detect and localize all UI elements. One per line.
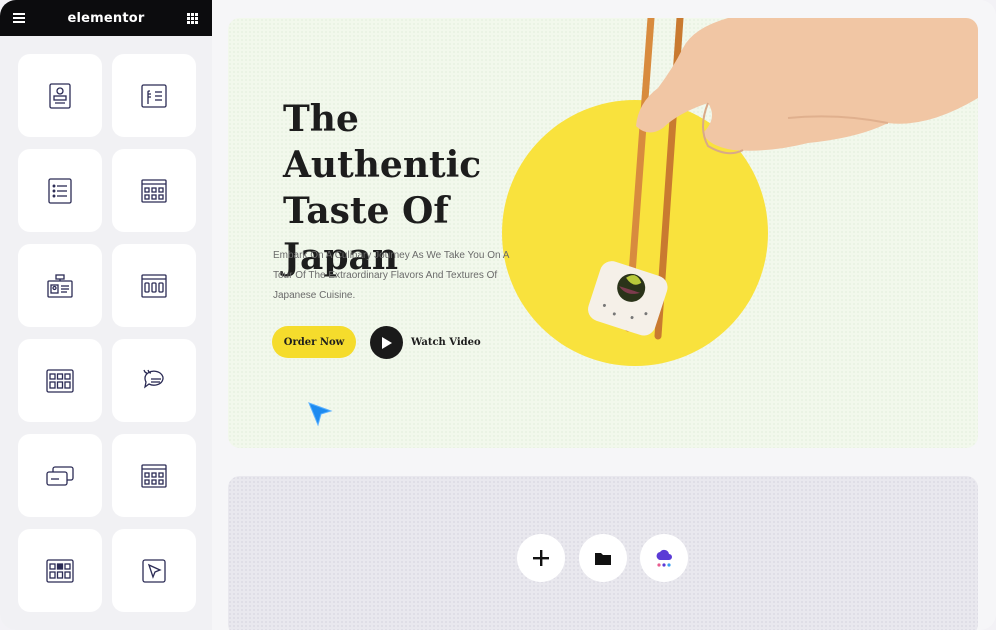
widget-sidebar: elementor: [0, 0, 212, 630]
browser-columns-icon: [141, 273, 167, 298]
widget-testimonial[interactable]: [112, 339, 196, 422]
hand-chopsticks-sushi-image: [588, 18, 978, 340]
widget-list[interactable]: [18, 149, 102, 232]
widget-profile-card[interactable]: [18, 54, 102, 137]
hero-title-line-2: Taste Of: [283, 190, 449, 232]
folder-icon: [595, 552, 611, 565]
add-section-button[interactable]: [517, 534, 565, 582]
widget-gallery[interactable]: [18, 339, 102, 422]
mouse-pointer-icon: [308, 402, 333, 427]
widget-facebook-embed[interactable]: [112, 54, 196, 137]
brand-logo: elementor: [67, 10, 145, 26]
widget-grid: [18, 54, 196, 612]
table-grid-icon: [141, 178, 167, 203]
play-icon[interactable]: [370, 326, 403, 359]
id-card-icon: [47, 273, 73, 298]
plus-icon: [533, 550, 549, 566]
hero-section[interactable]: The Authentic Taste Of Japan Embark On A…: [228, 18, 978, 448]
order-now-button[interactable]: Order Now: [272, 326, 356, 358]
cards-stack-icon: [46, 465, 74, 486]
testimonial-quote-icon: [143, 369, 164, 389]
table-grid-icon: [141, 463, 167, 488]
widget-click[interactable]: [112, 529, 196, 612]
widget-cards[interactable]: [18, 434, 102, 517]
mouse-click-icon: [142, 558, 166, 583]
image-gallery-icon: [46, 368, 74, 393]
ai-cloud-icon: [656, 549, 672, 567]
widget-table-2[interactable]: [112, 434, 196, 517]
widget-columns[interactable]: [112, 244, 196, 327]
hamburger-icon[interactable]: [12, 11, 26, 25]
widget-id-card[interactable]: [18, 244, 102, 327]
hero-description: Embark On A Culinary Journey As We Take …: [273, 250, 509, 301]
ai-assistant-button[interactable]: [640, 534, 688, 582]
empty-section[interactable]: [228, 476, 978, 630]
app-window: elementor The Authentic Taste Of Japan E…: [0, 0, 996, 630]
add-template-button[interactable]: [579, 534, 627, 582]
watch-video-label: Watch Video: [411, 337, 481, 348]
profile-card-icon: [49, 82, 71, 109]
apps-grid-icon[interactable]: [186, 11, 200, 25]
facebook-embed-icon: [141, 83, 167, 108]
list-icon: [48, 177, 72, 204]
editor-topbar: elementor: [0, 0, 212, 36]
watch-video-button[interactable]: Watch Video: [370, 326, 481, 359]
media-grid-icon: [46, 558, 74, 583]
widget-media-grid[interactable]: [18, 529, 102, 612]
widget-table[interactable]: [112, 149, 196, 232]
hero-title-line-1: The Authentic: [283, 98, 482, 186]
